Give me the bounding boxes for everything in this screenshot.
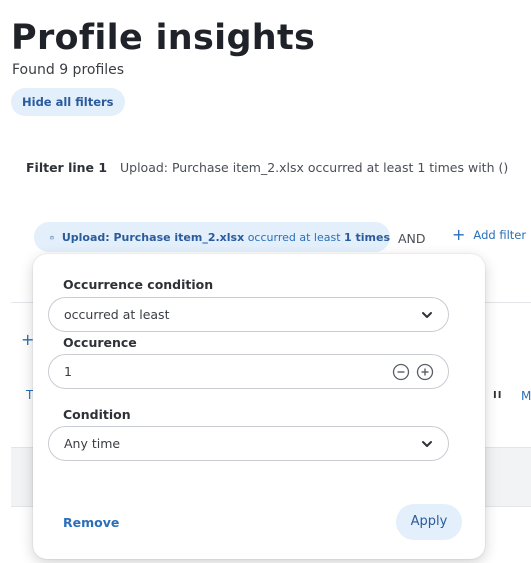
filter-line-summary: Upload: Purchase item_2.xlsx occurred at… xyxy=(120,160,509,175)
filter-chip-event: Upload: Purchase item_2.xlsx xyxy=(61,230,245,244)
occurrence-condition-select[interactable]: occurred at least xyxy=(48,297,449,332)
filter-line-title: Filter line 1 xyxy=(26,160,108,175)
profile-count: Found 9 profiles xyxy=(12,62,125,78)
occurence-stepper[interactable]: 1 xyxy=(48,354,449,389)
calendar-check-icon xyxy=(50,235,54,239)
occurence-label: Occurence xyxy=(63,335,137,350)
chevron-down-icon xyxy=(422,311,432,318)
chevron-down-icon xyxy=(422,440,432,447)
condition-select[interactable]: Any time xyxy=(48,426,449,461)
plus-circle-icon[interactable] xyxy=(416,363,434,381)
minus-circle-icon[interactable] xyxy=(392,363,410,381)
hide-all-filters-button[interactable]: Hide all filters xyxy=(11,88,125,116)
occurence-value: 1 xyxy=(64,364,72,379)
condition-value: Any time xyxy=(64,436,121,451)
filter-chip-count: 1 times xyxy=(344,230,390,244)
occurrence-condition-value: occurred at least xyxy=(64,307,170,322)
pause-icon[interactable]: II xyxy=(493,390,502,401)
add-filter-label: Add filter xyxy=(473,228,527,242)
background-menu-fragment[interactable]: M xyxy=(521,389,531,403)
remove-button[interactable]: Remove xyxy=(63,515,119,530)
condition-label: Condition xyxy=(63,407,131,422)
filter-chip-condition: occurred at least xyxy=(244,230,345,244)
page-title: Profile insights xyxy=(11,18,316,58)
occurrence-condition-label: Occurrence condition xyxy=(63,277,214,292)
filter-chip[interactable]: Upload: Purchase item_2.xlsx occurred at… xyxy=(34,222,390,252)
plus-icon: + xyxy=(452,225,466,244)
and-connector: AND xyxy=(398,231,426,246)
apply-button[interactable]: Apply xyxy=(396,504,462,540)
add-filter-button[interactable]: + Add filter xyxy=(452,227,526,243)
filter-edit-popover: Occurrence condition occurred at least O… xyxy=(33,254,485,559)
